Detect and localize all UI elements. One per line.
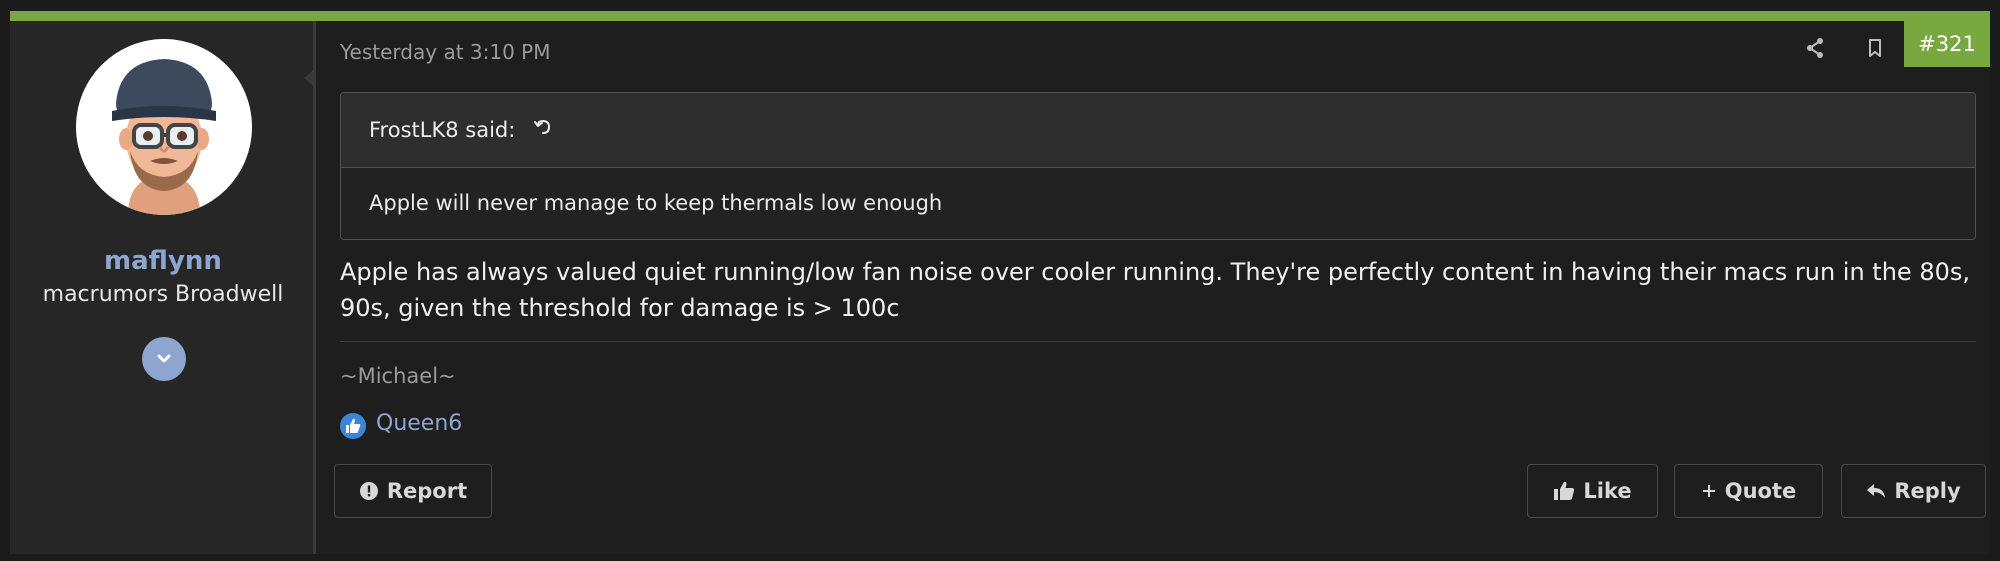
memoji-avatar-icon <box>76 39 252 215</box>
post-number-link[interactable]: #321 <box>1904 21 1990 67</box>
post-frame: maflynn macrumors Broadwell Yesterday at… <box>0 0 2000 561</box>
quote-header: FrostLK8 said: <box>341 93 1975 168</box>
chevron-down-icon <box>157 354 171 363</box>
signature-divider <box>340 341 1976 342</box>
expand-author-button[interactable] <box>142 337 186 381</box>
thumbs-up-icon <box>1554 481 1575 500</box>
like-label: Like <box>1583 479 1632 503</box>
avatar[interactable] <box>76 39 252 215</box>
author-sidebar: maflynn macrumors Broadwell <box>10 21 316 554</box>
report-label: Report <box>386 479 468 503</box>
thumbs-up-icon <box>340 413 366 439</box>
author-name[interactable]: maflynn <box>10 246 316 276</box>
post-date[interactable]: Yesterday at 3:10 PM <box>340 40 551 64</box>
author-title: macrumors Broadwell <box>42 282 284 307</box>
quote-text: Apple will never manage to keep thermals… <box>369 191 943 215</box>
reply-button[interactable]: Reply <box>1841 464 1986 518</box>
report-button[interactable]: Report <box>334 464 492 518</box>
quote-button[interactable]: Quote <box>1674 464 1823 518</box>
reply-arrow-icon <box>1867 484 1886 498</box>
bookmark-icon[interactable] <box>1862 35 1888 61</box>
plus-icon <box>1702 485 1715 497</box>
undo-arrow-icon[interactable] <box>532 94 554 169</box>
quote-label: Quote <box>1724 479 1797 503</box>
like-button[interactable]: Like <box>1527 464 1658 518</box>
signature: ~Michael~ <box>340 364 456 388</box>
reaction-users[interactable]: Queen6 <box>376 411 462 436</box>
accent-bar <box>10 11 1990 21</box>
quote-author-link[interactable]: FrostLK8 said: <box>369 118 515 142</box>
alert-circle-icon <box>359 482 378 500</box>
reply-label: Reply <box>1894 479 1961 503</box>
post-body: Yesterday at 3:10 PM #321 FrostLK8 said: <box>316 21 1990 554</box>
message-text: Apple has always valued quiet running/lo… <box>340 258 1970 322</box>
quote-block: FrostLK8 said: Apple will never manage t… <box>340 92 1976 240</box>
share-icon[interactable] <box>1802 35 1828 61</box>
